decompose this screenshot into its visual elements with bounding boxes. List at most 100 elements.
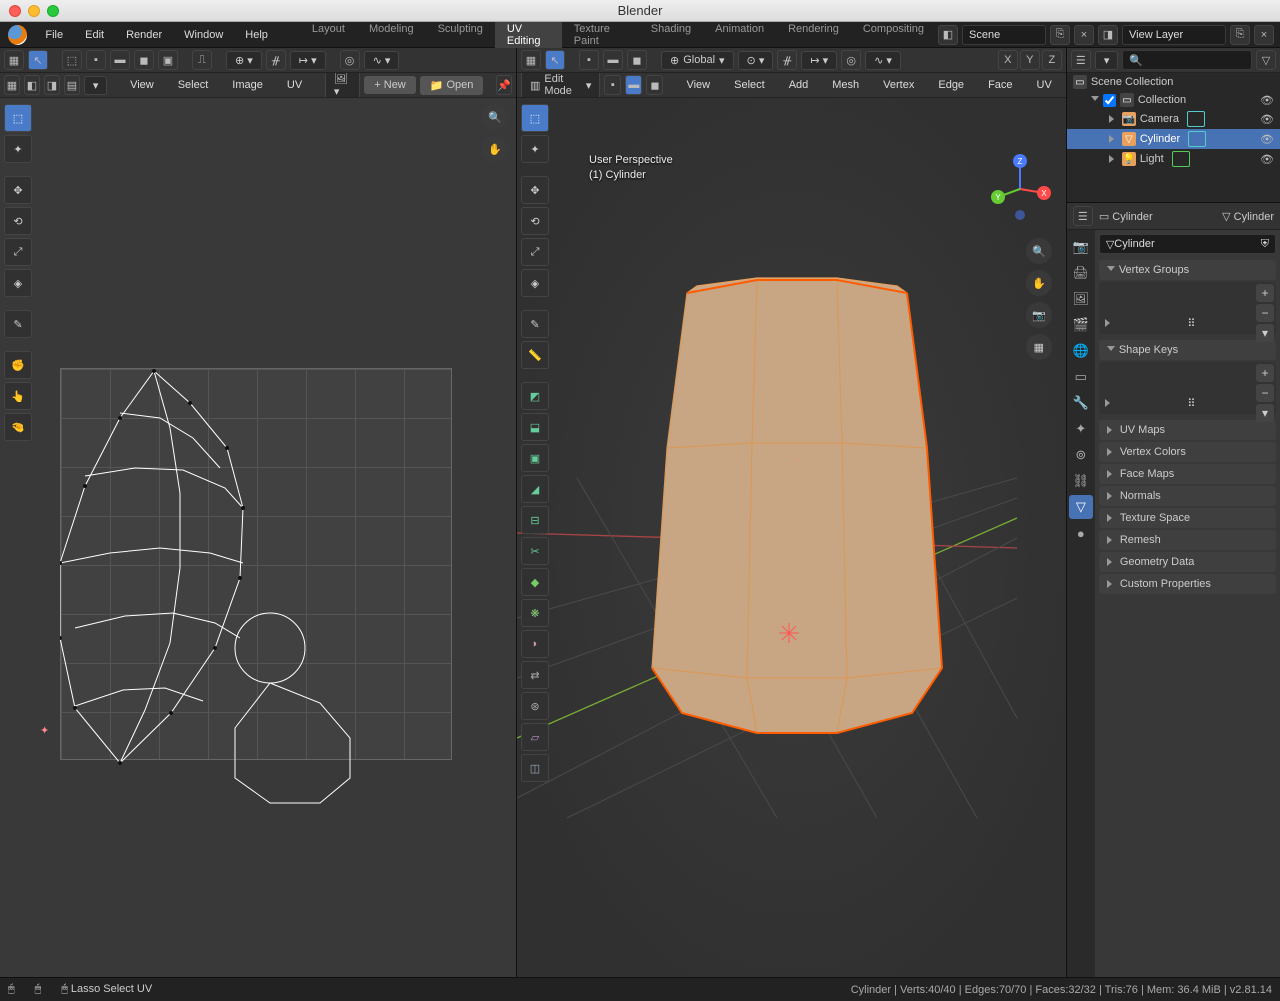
vp-menu-mesh[interactable]: Mesh [822, 75, 869, 95]
mesh-name-field[interactable]: ▽ ⛨ [1099, 234, 1276, 254]
uv-tool-pinch-icon[interactable]: 🤏 [4, 413, 32, 441]
tab-animation[interactable]: Animation [703, 18, 776, 52]
sk-add-icon[interactable]: + [1256, 364, 1274, 382]
vp-tool-move-icon[interactable]: ✥ [521, 176, 549, 204]
vp-tool-rotate-icon[interactable]: ⟲ [521, 207, 549, 235]
vp-selmode-face-icon[interactable]: ◼ [646, 75, 663, 95]
vp-tool-smooth-icon[interactable]: ◗ [521, 630, 549, 658]
tab-sculpting[interactable]: Sculpting [426, 18, 495, 52]
uv-pivot-dropdown[interactable]: ⊕ ▾ [226, 51, 262, 70]
scene-del-icon[interactable]: × [1074, 25, 1094, 45]
vp-tool-addcube-icon[interactable]: ◩ [521, 382, 549, 410]
vp-mirror-z-icon[interactable]: Z [1042, 50, 1062, 70]
vp-selmode-vert-icon[interactable]: ▪ [604, 75, 621, 95]
vp-tool-rip-icon[interactable]: ◫ [521, 754, 549, 782]
vp-tool-shear-icon[interactable]: ▱ [521, 723, 549, 751]
uv-t4-icon[interactable]: ▤ [64, 75, 80, 95]
vg-add-icon[interactable]: + [1256, 284, 1274, 302]
uv-snap-type-dropdown[interactable]: ↦ ▾ [290, 51, 326, 70]
vp-menu-edge[interactable]: Edge [928, 75, 974, 95]
vp-tool-bevel-icon[interactable]: ◢ [521, 475, 549, 503]
tab-shading[interactable]: Shading [639, 18, 703, 52]
disclosure-icon[interactable] [1091, 96, 1099, 105]
uv-tool-scale-icon[interactable]: ⤢ [4, 238, 32, 266]
uv-viewport[interactable]: ✦ 🔍 ✋ [0, 98, 516, 977]
uv-tool-transform-icon[interactable]: ◈ [4, 269, 32, 297]
uv-tool-annotate-icon[interactable]: ✎ [4, 310, 32, 338]
uv-tool-grab-icon[interactable]: ✊ [4, 351, 32, 379]
ptab-physics-icon[interactable]: ⊚ [1069, 443, 1093, 467]
outliner-scene-collection[interactable]: ▭ Scene Collection [1067, 73, 1280, 91]
vp-tool-annotate-icon[interactable]: ✎ [521, 310, 549, 338]
vp-tool-shrink-icon[interactable]: ⊛ [521, 692, 549, 720]
vg-menu-icon[interactable]: ▾ [1256, 324, 1274, 342]
vp-menu-add[interactable]: Add [779, 75, 819, 95]
editor-type-uv-icon[interactable]: ▦ [4, 50, 24, 70]
vp-camera-icon[interactable]: 📷 [1026, 302, 1052, 328]
vp-tool-inset-icon[interactable]: ▣ [521, 444, 549, 472]
properties-content[interactable]: ▽ ⛨ Vertex Groups +−▾ ⠿ Shape Keys +−▾ ⠿… [1095, 230, 1280, 977]
ptab-world-icon[interactable]: 🌐 [1069, 339, 1093, 363]
panel-texture-space[interactable]: Texture Space [1099, 508, 1276, 528]
uv-vert-mode-icon[interactable]: ▪ [86, 50, 106, 70]
viewlayer-field[interactable] [1122, 25, 1226, 45]
vp-tool-select-icon[interactable]: ⬚ [521, 104, 549, 132]
3d-viewport[interactable]: User Perspective (1) Cylinder [517, 98, 1066, 977]
props-type-icon[interactable]: ☰ [1073, 206, 1093, 226]
ptab-particles-icon[interactable]: ✦ [1069, 417, 1093, 441]
uv-pin-icon[interactable]: 📌 [496, 75, 512, 95]
vp-falloff-dropdown[interactable]: ∿ ▾ [865, 51, 901, 70]
sk-menu-icon[interactable]: ▾ [1256, 404, 1274, 422]
uv-zoom-icon[interactable]: 🔍 [482, 104, 508, 130]
uv-tool-relax-icon[interactable]: 👆 [4, 382, 32, 410]
panel-vertex-groups[interactable]: Vertex Groups [1099, 260, 1276, 280]
uv-menu-select[interactable]: Select [168, 75, 219, 95]
vp-snap-icon[interactable]: ᚌ [777, 50, 797, 70]
tab-texture-paint[interactable]: Texture Paint [562, 18, 639, 52]
outliner-display-dropdown[interactable]: ▾ [1095, 51, 1119, 70]
outliner-filter-icon[interactable]: ▽ [1256, 50, 1276, 70]
uv-snap-icon[interactable]: ᚌ [266, 50, 286, 70]
menu-render[interactable]: Render [116, 25, 172, 45]
blender-logo-icon[interactable] [8, 25, 27, 45]
uv-menu-uv[interactable]: UV [277, 75, 312, 95]
uv-sticky-icon[interactable]: ⎍ [192, 50, 212, 70]
outliner-item-camera[interactable]: 📷 Camera 👁 [1067, 109, 1280, 129]
vg-remove-icon[interactable]: − [1256, 304, 1274, 322]
scene-field[interactable] [962, 25, 1046, 45]
vp-menu-uv[interactable]: UV [1027, 75, 1062, 95]
vp-select-mode-icon[interactable]: ↖ [545, 50, 565, 70]
visibility-icon[interactable]: 👁 [1260, 133, 1274, 146]
outliner-item-cylinder[interactable]: ▽ Cylinder 👁 [1067, 129, 1280, 149]
uv-t2-icon[interactable]: ◧ [24, 75, 40, 95]
outliner-item-light[interactable]: 💡 Light 👁 [1067, 149, 1280, 169]
tab-rendering[interactable]: Rendering [776, 18, 851, 52]
uv-open-button[interactable]: 📁 Open [420, 76, 484, 95]
uv-face-mode-icon[interactable]: ◼ [134, 50, 154, 70]
collection-enable-checkbox[interactable] [1103, 94, 1116, 107]
tab-layout[interactable]: Layout [300, 18, 357, 52]
panel-vertex-colors[interactable]: Vertex Colors [1099, 442, 1276, 462]
uv-menu-view[interactable]: View [120, 75, 164, 95]
uv-proportional-icon[interactable]: ◎ [340, 50, 360, 70]
menu-file[interactable]: File [35, 25, 73, 45]
scene-input[interactable] [969, 29, 1039, 41]
vp-tool-edgeslide-icon[interactable]: ⇄ [521, 661, 549, 689]
nav-gizmo[interactable]: Z X Y [984, 153, 1056, 225]
vp-pan-icon[interactable]: ✋ [1026, 270, 1052, 296]
vp-tool-transform-icon[interactable]: ◈ [521, 269, 549, 297]
vp-pivot-dropdown[interactable]: ⊙ ▾ [738, 51, 774, 70]
outliner-collection[interactable]: ▭ Collection 👁 [1067, 91, 1280, 109]
ptab-object-icon[interactable]: ▭ [1069, 365, 1093, 389]
vp-menu-vertex[interactable]: Vertex [873, 75, 924, 95]
vp-face-mode-icon[interactable]: ◼ [627, 50, 647, 70]
uv-menu-image[interactable]: Image [222, 75, 273, 95]
vp-orient-dropdown[interactable]: ⊕ Global ▾ [661, 51, 734, 70]
visibility-icon[interactable]: 👁 [1260, 94, 1274, 107]
scene-browse-icon[interactable]: ◧ [938, 25, 958, 45]
uv-tool-cursor-icon[interactable]: ✦ [4, 135, 32, 163]
ptab-constraint-icon[interactable]: ⛓ [1069, 469, 1093, 493]
uv-t3-icon[interactable]: ◨ [44, 75, 60, 95]
uv-island-mode-icon[interactable]: ▣ [158, 50, 178, 70]
uv-pan-icon[interactable]: ✋ [482, 136, 508, 162]
